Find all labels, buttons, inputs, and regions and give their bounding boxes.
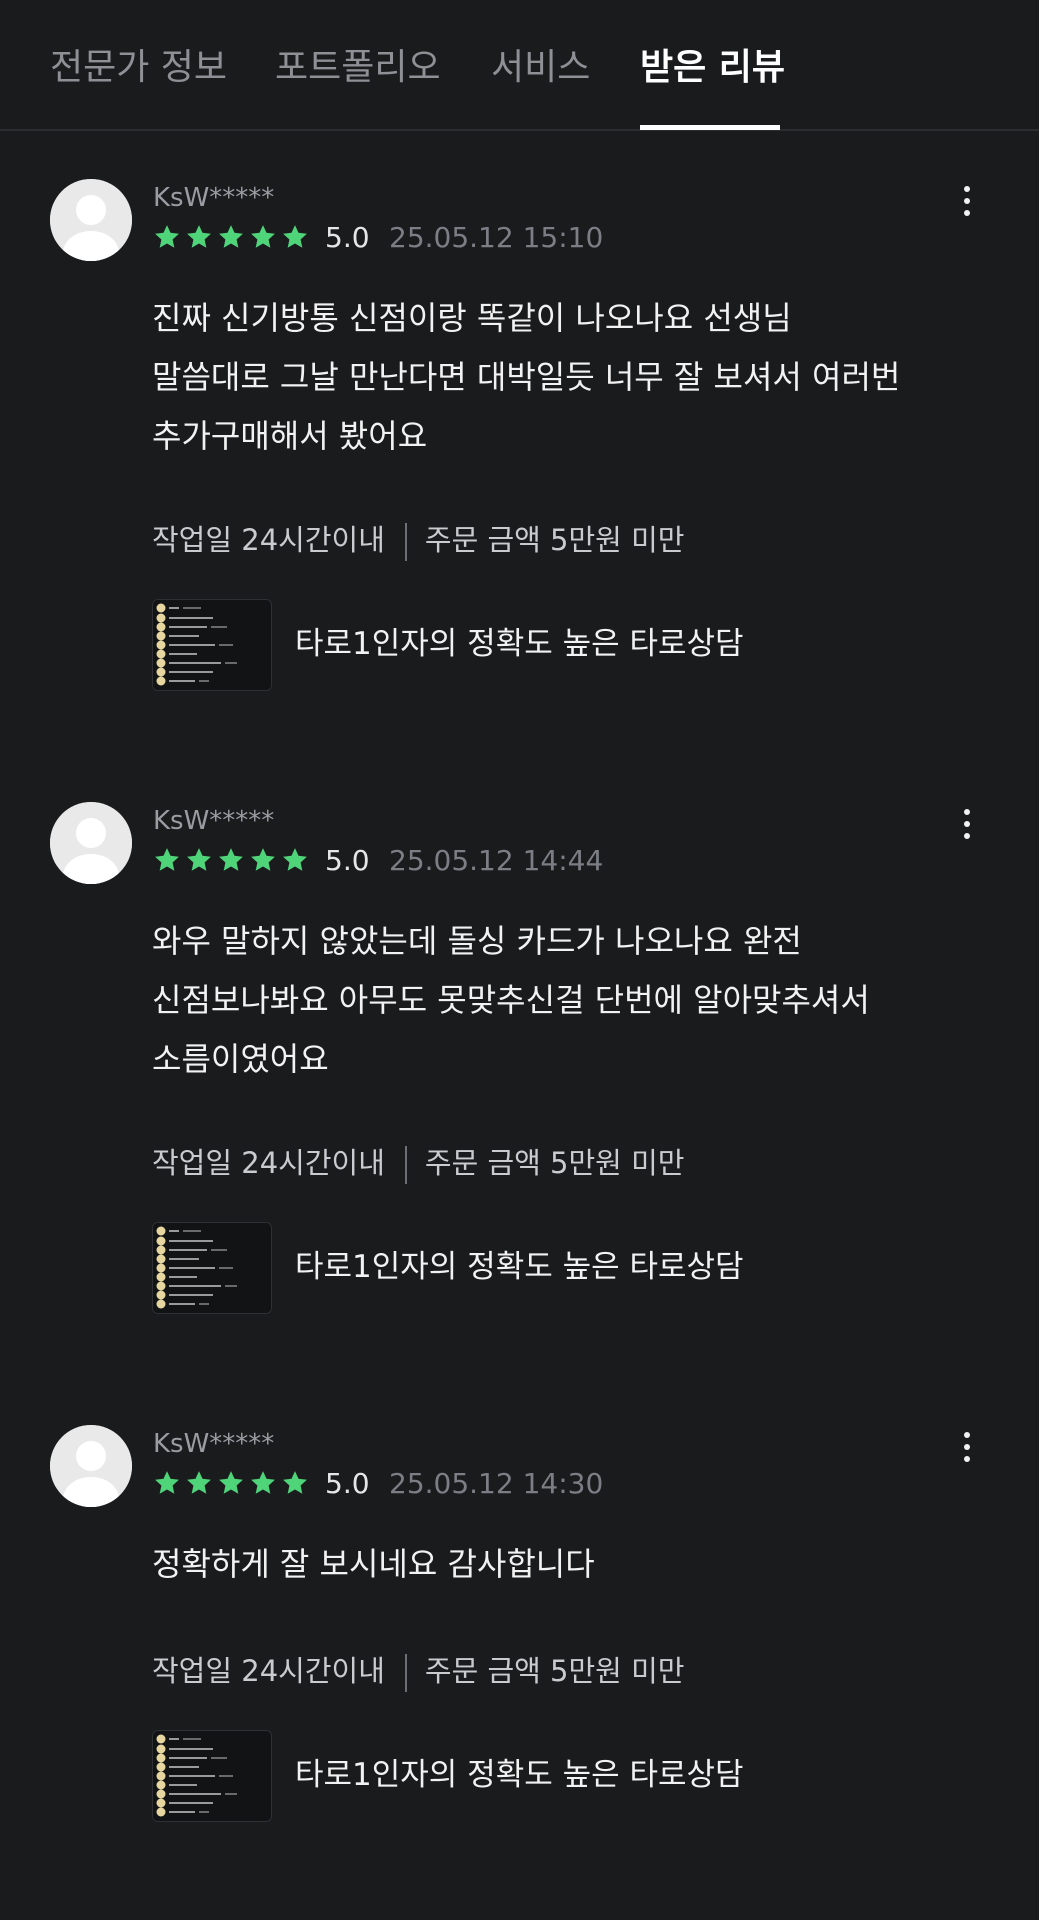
star-icon (187, 848, 211, 871)
star-icon (155, 1471, 179, 1494)
review-text-line: 정확하게 잘 보시네요 감사합니다 (152, 1545, 595, 1583)
star-icon (155, 848, 179, 871)
rating-value: 5.0 (325, 221, 370, 254)
work-days: 작업일 24시간이내 (152, 1146, 385, 1180)
tab-reviews[interactable]: 받은 리뷰 (640, 44, 785, 92)
review-text: 와우 말하지 않았는데 돌싱 카드가 나오나요 완전 신점보나봐요 아무도 못맞… (152, 912, 992, 1089)
divider (404, 1654, 407, 1692)
reviewer-name: KsW***** (153, 183, 275, 213)
review-text-line: 진짜 신기방통 신점이랑 똑같이 나오나요 선생님 (152, 299, 792, 337)
tab-portfolio[interactable]: 포트폴리오 (275, 44, 441, 92)
star-icon (187, 225, 211, 248)
review-date: 25.05.12 14:30 (389, 1467, 604, 1500)
service-thumbnail (152, 1730, 272, 1822)
divider (404, 523, 407, 561)
active-tab-indicator (640, 125, 780, 130)
order-amount: 주문 금액 5만원 미만 (424, 523, 685, 557)
order-meta: 작업일 24시간이내 주문 금액 5만원 미만 (152, 1143, 684, 1184)
more-vertical-icon[interactable] (950, 179, 984, 223)
star-icon (219, 848, 243, 871)
service-title: 타로1인자의 정확도 높은 타로상담 (295, 626, 744, 662)
order-amount: 주문 금액 5만원 미만 (424, 1654, 685, 1688)
user-avatar-icon (50, 802, 132, 884)
review-text-line: 말씀대로 그날 만난다면 대박일듯 너무 잘 보셔서 여러번 (152, 358, 901, 396)
review-text-line: 신점보나봐요 아무도 못맞추신걸 단번에 알아맞추셔서 (152, 981, 870, 1019)
star-icon (283, 1471, 307, 1494)
star-icon (283, 848, 307, 871)
tab-bar: 전문가 정보 포트폴리오 서비스 받은 리뷰 (0, 0, 1039, 131)
star-icon (187, 1471, 211, 1494)
star-rating (153, 223, 313, 255)
review-date: 25.05.12 14:44 (389, 844, 604, 877)
star-icon (219, 225, 243, 248)
work-days: 작업일 24시간이내 (152, 523, 385, 557)
order-meta: 작업일 24시간이내 주문 금액 5만원 미만 (152, 520, 684, 561)
more-vertical-icon[interactable] (950, 802, 984, 846)
review-text-line: 추가구매해서 봤어요 (152, 417, 428, 455)
reviewer-name: KsW***** (153, 1429, 275, 1459)
order-meta: 작업일 24시간이내 주문 금액 5만원 미만 (152, 1651, 684, 1692)
star-icon (251, 1471, 275, 1494)
reviewer-name: KsW***** (153, 806, 275, 836)
tab-expert-info[interactable]: 전문가 정보 (50, 44, 227, 92)
star-icon (283, 225, 307, 248)
star-icon (155, 225, 179, 248)
rating-value: 5.0 (325, 844, 370, 877)
rating-value: 5.0 (325, 1467, 370, 1500)
divider (404, 1146, 407, 1184)
service-thumbnail (152, 599, 272, 691)
user-avatar-icon (50, 1425, 132, 1507)
user-avatar-icon (50, 179, 132, 261)
review-date: 25.05.12 15:10 (389, 221, 604, 254)
more-vertical-icon[interactable] (950, 1425, 984, 1469)
star-rating (153, 1469, 313, 1501)
tab-services[interactable]: 서비스 (491, 44, 590, 92)
order-amount: 주문 금액 5만원 미만 (424, 1146, 685, 1180)
star-icon (219, 1471, 243, 1494)
review-text-line: 와우 말하지 않았는데 돌싱 카드가 나오나요 완전 (152, 922, 802, 960)
service-title: 타로1인자의 정확도 높은 타로상담 (295, 1249, 744, 1285)
service-thumbnail (152, 1222, 272, 1314)
star-icon (251, 848, 275, 871)
review-text-line: 소름이였어요 (152, 1040, 329, 1078)
review-text: 진짜 신기방통 신점이랑 똑같이 나오나요 선생님 말씀대로 그날 만난다면 대… (152, 289, 992, 466)
review-text: 정확하게 잘 보시네요 감사합니다 (152, 1535, 992, 1594)
service-title: 타로1인자의 정확도 높은 타로상담 (295, 1757, 744, 1793)
star-rating (153, 846, 313, 878)
star-icon (251, 225, 275, 248)
work-days: 작업일 24시간이내 (152, 1654, 385, 1688)
